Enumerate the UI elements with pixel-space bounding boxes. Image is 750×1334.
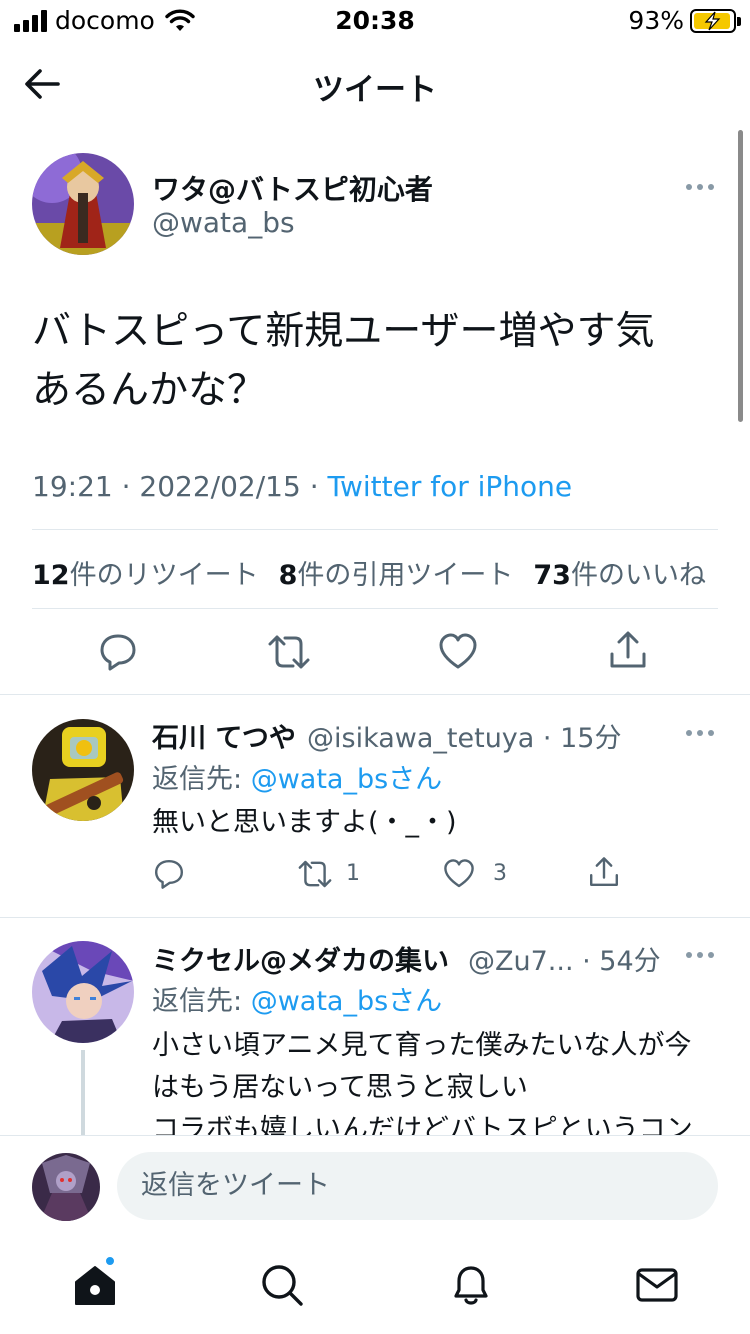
home-icon[interactable] <box>72 1262 118 1308</box>
likes-stat[interactable]: 73件のいいね <box>533 560 706 591</box>
reply-author-handle[interactable]: @Zu7... · 54分 <box>468 939 661 978</box>
tweet-text-line: あるんかな？ <box>32 368 267 413</box>
reply-to: 返信先: @wata_bsさん <box>152 986 443 1017</box>
avatar[interactable] <box>32 941 134 1043</box>
divider <box>0 694 750 695</box>
author-name[interactable]: ワタ@バトスピ初心者 <box>152 168 433 208</box>
reply-icon[interactable] <box>153 858 185 890</box>
tweet-text: バトスピって新規ユーザー増やす気 あるんかな？ <box>32 302 722 420</box>
thread-line <box>81 1050 85 1140</box>
like-count: 3 <box>493 861 507 886</box>
more-options-icon[interactable] <box>686 184 714 190</box>
quotes-stat[interactable]: 8件の引用ツイート <box>279 560 514 591</box>
reply-author-name[interactable]: ミクセル@メダカの集い <box>152 939 449 978</box>
retweet-icon[interactable] <box>296 858 334 890</box>
divider <box>32 529 718 530</box>
like-icon[interactable] <box>443 858 475 890</box>
battery-percent: 93% <box>628 6 684 35</box>
tweet-date: 2022/02/15 <box>139 470 301 503</box>
tweet-meta: 19:21 · 2022/02/15 · Twitter for iPhone <box>32 470 572 503</box>
notification-dot <box>104 1255 116 1267</box>
reply-author-handle[interactable]: @isikawa_tetuya · 15分 <box>307 716 621 755</box>
share-icon[interactable] <box>588 856 620 888</box>
my-avatar[interactable] <box>32 1153 100 1221</box>
reply-text-line: 小さい頃アニメ見て育った僕みたいな人が今 <box>152 1030 692 1061</box>
like-icon[interactable] <box>438 632 478 672</box>
divider <box>32 608 718 609</box>
page-title: ツイート <box>313 72 437 108</box>
tweet-stats: 12件のリツイート 8件の引用ツイート 73件のいいね <box>32 553 706 592</box>
retweets-stat[interactable]: 12件のリツイート <box>32 560 259 591</box>
reply-to-link[interactable]: @wata_bsさん <box>251 986 442 1017</box>
reply-icon[interactable] <box>98 632 138 672</box>
more-options-icon[interactable] <box>686 952 714 958</box>
search-icon[interactable] <box>259 1262 305 1308</box>
divider <box>0 917 750 918</box>
tab-bar <box>0 1236 750 1334</box>
retweet-icon[interactable] <box>266 632 312 672</box>
more-options-icon[interactable] <box>686 730 714 736</box>
retweet-count: 1 <box>346 861 360 886</box>
reply-to-link[interactable]: @wata_bsさん <box>251 764 442 795</box>
bell-icon[interactable] <box>448 1262 494 1308</box>
header: ツイート <box>0 40 750 128</box>
scrollbar[interactable] <box>738 130 743 422</box>
separator: · <box>112 470 140 503</box>
reply-author-name[interactable]: 石川 てつや <box>152 716 296 755</box>
reply-input[interactable]: 返信をツイート <box>117 1152 718 1220</box>
reply-text-line: はもう居ないって思うと寂しい <box>152 1072 528 1103</box>
tweet-source-link[interactable]: Twitter for iPhone <box>328 470 573 503</box>
avatar[interactable] <box>32 153 134 255</box>
reply-text: 小さい頃アニメ見て育った僕みたいな人が今 はもう居ないって思うと寂しい コラボも… <box>152 1025 693 1151</box>
battery-icon <box>690 8 741 33</box>
mail-icon[interactable] <box>634 1262 680 1308</box>
share-icon[interactable] <box>608 630 648 670</box>
reply-text: 無いと思いますよ(・_・) <box>152 807 457 838</box>
reply-to: 返信先: @wata_bsさん <box>152 764 443 795</box>
tweet-text-line: バトスピって新規ユーザー増やす気 <box>32 309 655 354</box>
tweet-time: 19:21 <box>32 470 113 503</box>
separator: · <box>300 470 328 503</box>
avatar[interactable] <box>32 719 134 821</box>
status-bar: docomo 20:38 93% <box>0 0 750 40</box>
author-handle[interactable]: @wata_bs <box>152 206 295 239</box>
